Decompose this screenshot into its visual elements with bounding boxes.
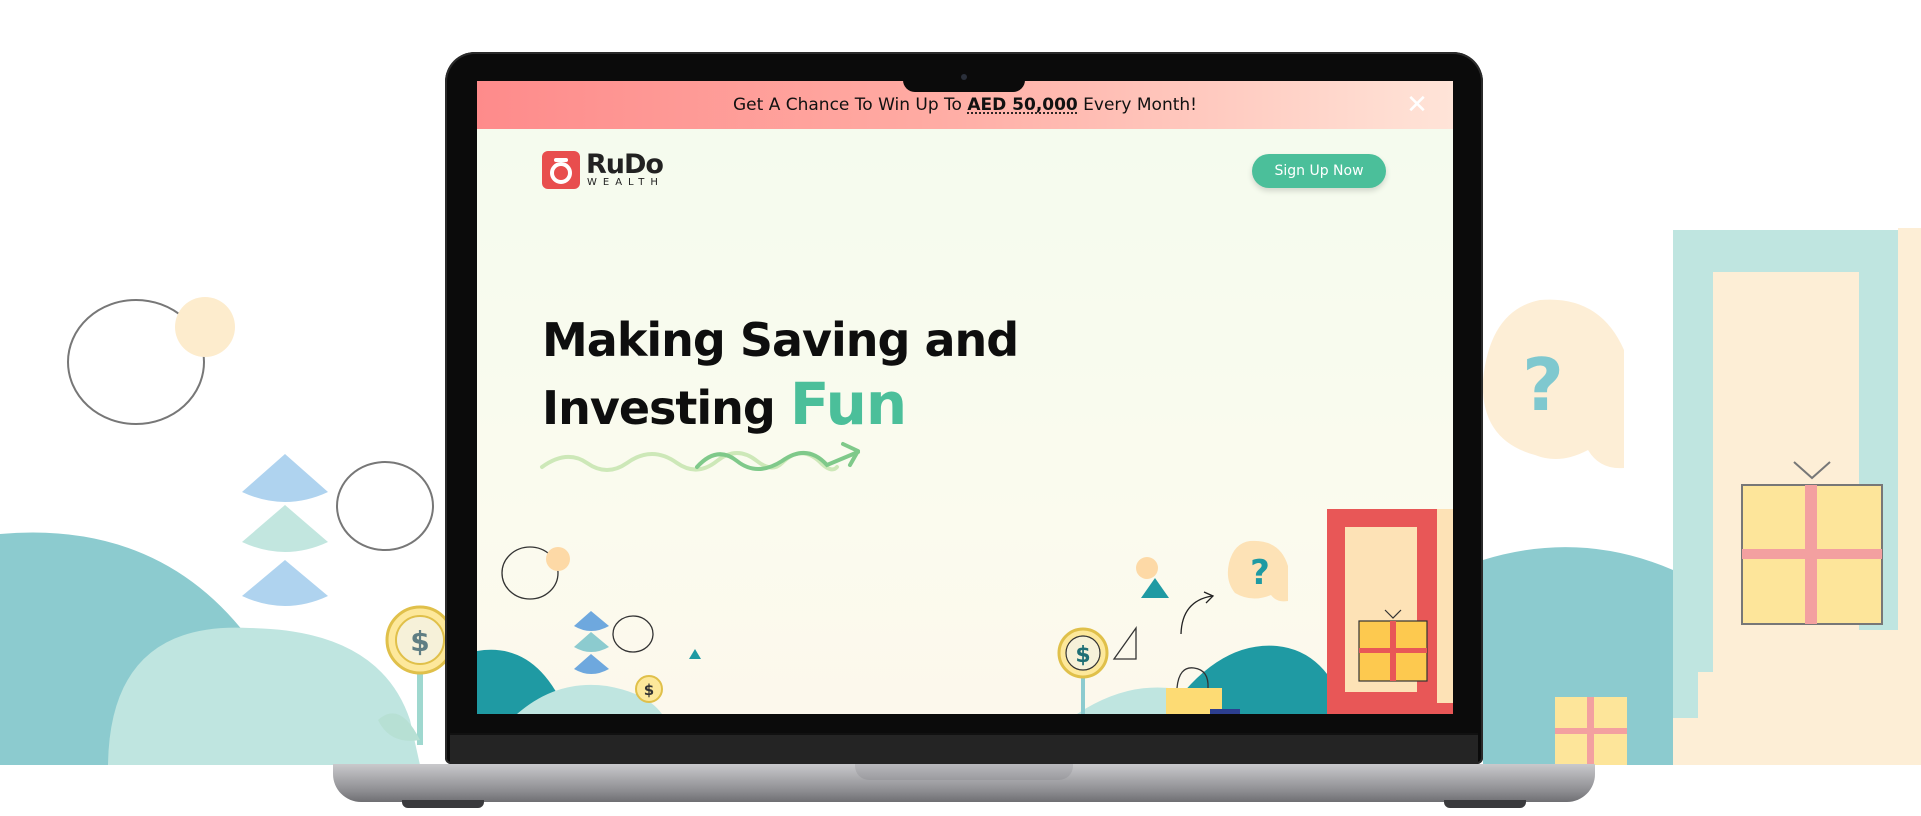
screen-outline-triangle [1112,625,1137,660]
screen-small-navy-bag [1210,709,1240,714]
right-question-mark: ? [1522,343,1564,427]
left-peach-circle [175,297,235,357]
screen-teal-triangle [1141,578,1169,598]
screen-tree-top [574,611,609,631]
left-blue-tree-top [242,454,328,502]
right-gift-ribbon-h [1742,549,1882,559]
screen-question-mark: ? [1250,553,1270,593]
left-blue-tree-bottom [242,560,328,606]
screen-peach-dot [546,547,570,571]
screen-small-triangle [689,649,701,659]
screen-tree-bottom [574,654,609,674]
laptop-chin [450,733,1478,765]
screen-peach-wall [1437,509,1453,714]
screen-tree-mid [574,632,609,652]
screen-red-step [1415,703,1453,714]
screen-peach-dot-2 [1136,557,1158,579]
screen-outline-circle-2 [612,615,654,653]
camera-notch [903,80,1025,92]
laptop-foot-left [402,800,484,808]
screen-small-dollar: $ [644,681,654,699]
screen-gift-ribbon-h [1359,648,1427,653]
left-mint-tree-mid [242,505,328,552]
laptop-foot-right [1444,800,1526,808]
website-screen: Get A Chance To Win Up To AED 50,000 Eve… [477,81,1453,714]
laptop-opening-notch [855,764,1073,780]
right-small-gift-ribbon-h [1555,728,1627,734]
left-small-outline-circle [336,461,434,551]
right-peach-wall [1898,228,1921,668]
camera-icon [961,74,967,80]
screen-dollar-symbol: $ [1075,643,1090,668]
screen-illustration: $ ? $ [477,442,1453,714]
left-dollar-symbol: $ [410,625,429,658]
